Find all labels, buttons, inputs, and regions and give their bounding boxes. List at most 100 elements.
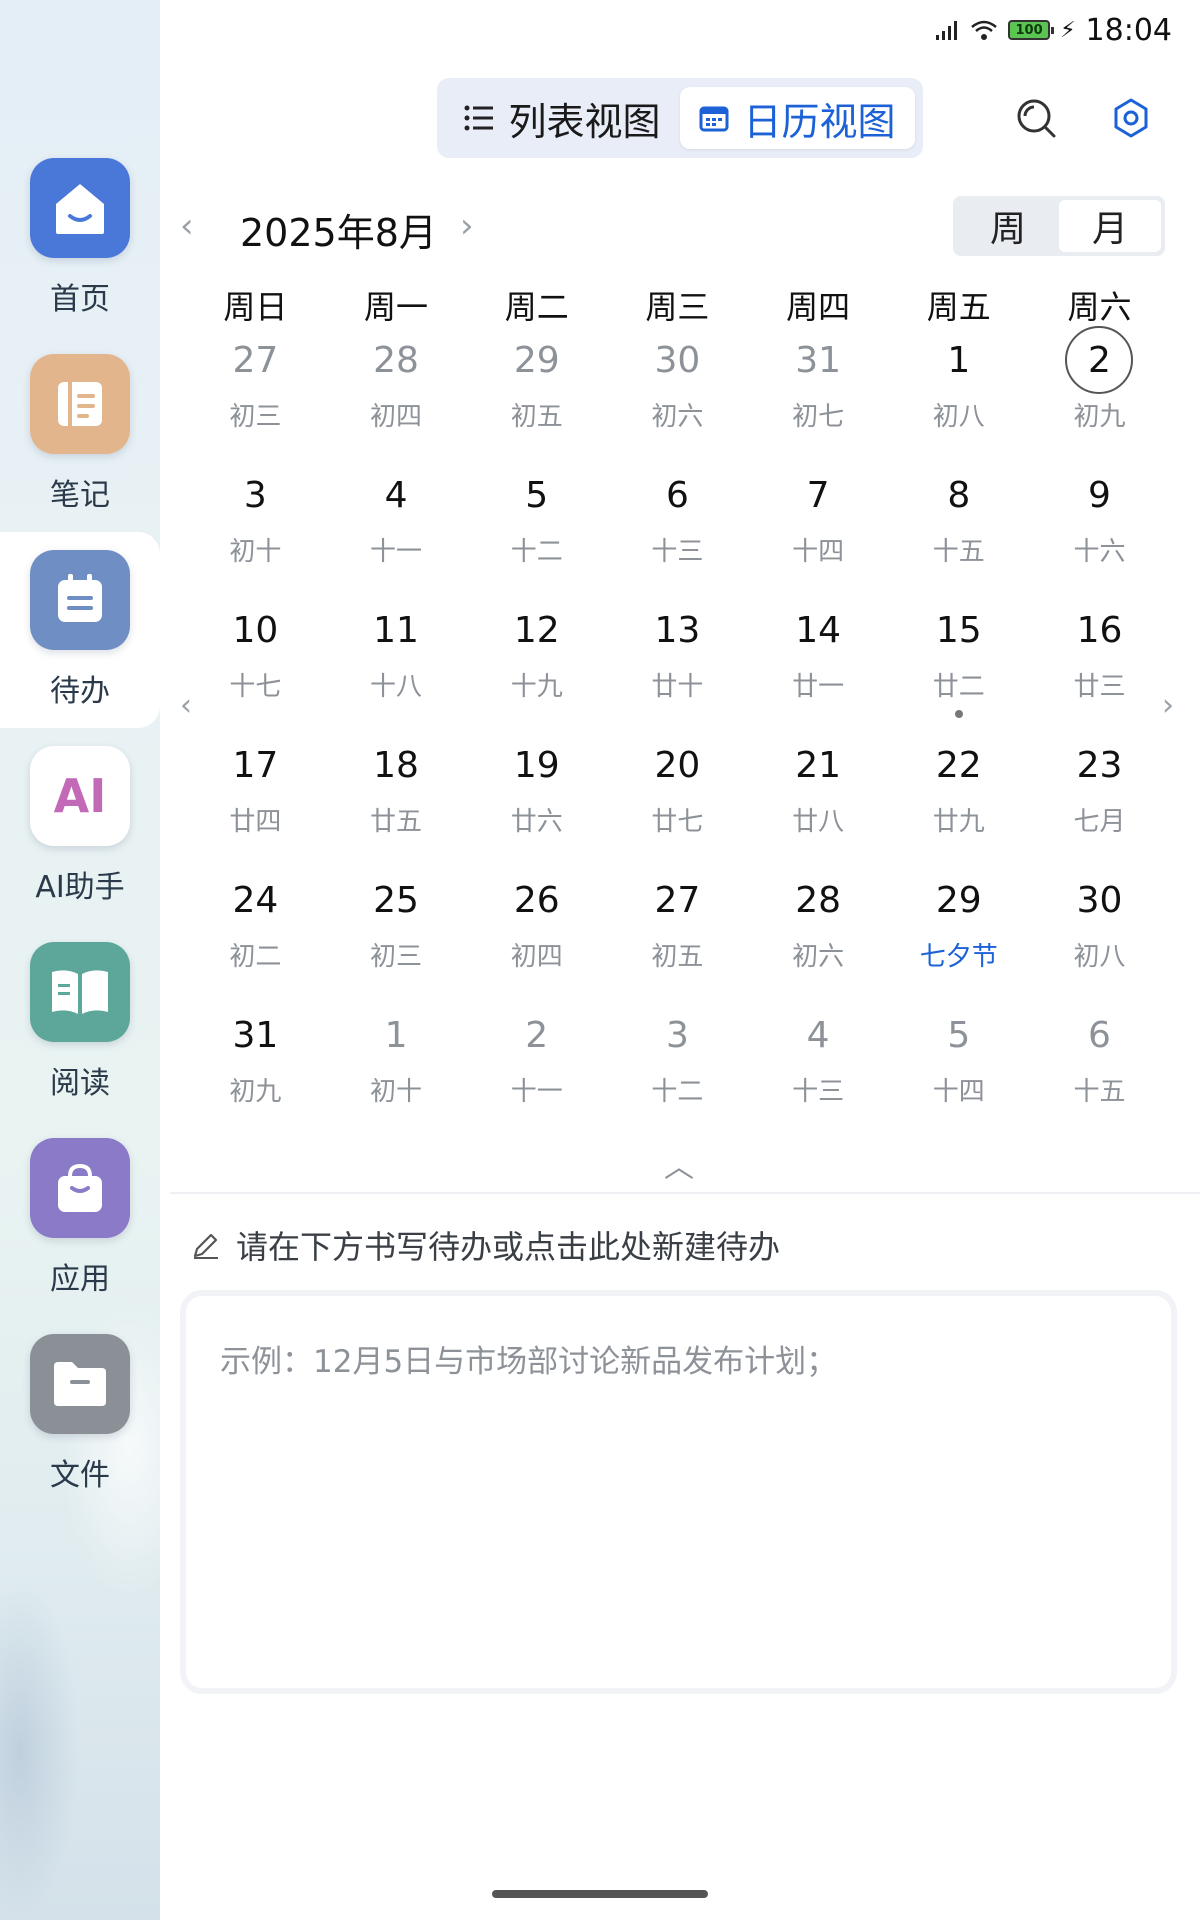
calendar-icon bbox=[699, 106, 729, 132]
calendar-day[interactable]: 11 十八 bbox=[326, 596, 467, 726]
calendar-day[interactable]: 20 廿七 bbox=[607, 731, 748, 861]
day-number: 30 bbox=[1076, 879, 1123, 921]
sidebar-item-label: 应用 bbox=[50, 1262, 110, 1297]
day-number: 15 bbox=[935, 609, 982, 651]
calendar-day[interactable]: 22 廿九 bbox=[888, 731, 1029, 861]
calendar-day[interactable]: 28 初四 bbox=[326, 326, 467, 456]
lunar-date: 初三 bbox=[370, 942, 423, 972]
day-number: 29 bbox=[935, 879, 982, 921]
todo-placeholder: 示例：12月5日与市场部讨论新品发布计划； bbox=[220, 1344, 838, 1380]
calendar-day[interactable]: 29 七夕节 bbox=[888, 866, 1029, 996]
day-number: 12 bbox=[513, 609, 560, 651]
calendar-view-button[interactable]: 日历视图 bbox=[680, 87, 915, 149]
settings-button[interactable] bbox=[1105, 92, 1157, 144]
calendar-day[interactable]: 3 十二 bbox=[607, 1001, 748, 1131]
calendar-day[interactable]: 30 初八 bbox=[1029, 866, 1170, 996]
battery-icon: 100 bbox=[1008, 20, 1055, 40]
calendar-day[interactable]: 6 十五 bbox=[1029, 1001, 1170, 1131]
calendar-day[interactable]: 4 十三 bbox=[748, 1001, 889, 1131]
sidebar-item-todo[interactable]: 待办 bbox=[0, 532, 160, 728]
charging-icon: ⚡ bbox=[1060, 17, 1076, 43]
calendar-day[interactable]: 5 十四 bbox=[888, 1001, 1029, 1131]
calendar-todo-icon bbox=[30, 550, 130, 650]
lunar-date: 初三 bbox=[229, 402, 282, 432]
calendar-day[interactable]: 31 初七 bbox=[748, 326, 889, 456]
calendar-day[interactable]: 3 初十 bbox=[185, 461, 326, 591]
lunar-date: 廿八 bbox=[792, 807, 845, 837]
calendar-day[interactable]: 27 初五 bbox=[607, 866, 748, 996]
lunar-date: 七月 bbox=[1073, 807, 1126, 837]
collapse-chevron-icon[interactable]: ︿ bbox=[664, 1142, 694, 1186]
calendar-day[interactable]: 25 初三 bbox=[326, 866, 467, 996]
month-mode-button[interactable]: 月 bbox=[1059, 200, 1161, 252]
lunar-date: 廿五 bbox=[370, 807, 423, 837]
sidebar-item-notes[interactable]: 笔记 bbox=[0, 336, 160, 532]
home-indicator[interactable] bbox=[492, 1890, 708, 1898]
calendar-day[interactable]: 1 初十 bbox=[326, 1001, 467, 1131]
calendar-day[interactable]: 9 十六 bbox=[1029, 461, 1170, 591]
calendar-day[interactable]: 2 十一 bbox=[466, 1001, 607, 1131]
lunar-date: 初八 bbox=[932, 402, 985, 432]
calendar-day[interactable]: 1 初八 bbox=[888, 326, 1029, 456]
lunar-date: 十六 bbox=[1073, 537, 1126, 567]
calendar-day[interactable]: 13 廿十 bbox=[607, 596, 748, 726]
sidebar-item-ai[interactable]: AI AI助手 bbox=[0, 728, 160, 924]
wifi-icon bbox=[971, 20, 997, 40]
day-number: 6 bbox=[1088, 1014, 1111, 1056]
calendar-day[interactable]: 30 初六 bbox=[607, 326, 748, 456]
calendar-day[interactable]: 31 初九 bbox=[185, 1001, 326, 1131]
week-mode-button[interactable]: 周 bbox=[957, 200, 1059, 252]
calendar-day[interactable]: 29 初五 bbox=[466, 326, 607, 456]
calendar-day[interactable]: 15 廿二 bbox=[888, 596, 1029, 726]
list-view-button[interactable]: 列表视图 bbox=[445, 87, 680, 149]
calendar-day-today[interactable]: 2 初九 bbox=[1029, 326, 1170, 456]
next-month-button[interactable]: › bbox=[460, 206, 474, 246]
day-number: 28 bbox=[795, 879, 841, 921]
lunar-date: 廿一 bbox=[792, 672, 845, 702]
week-row: 10 十七 11 十八 12 十九 13 廿十 14 廿一 15 廿二 16 廿三 bbox=[185, 596, 1170, 726]
day-number: 19 bbox=[513, 744, 560, 786]
calendar-day[interactable]: 24 初二 bbox=[185, 866, 326, 996]
prev-month-button[interactable]: ‹ bbox=[180, 206, 194, 246]
calendar-day[interactable]: 26 初四 bbox=[466, 866, 607, 996]
sidebar-item-reading[interactable]: 阅读 bbox=[0, 924, 160, 1120]
calendar-day[interactable]: 4 十一 bbox=[326, 461, 467, 591]
calendar-day[interactable]: 27 初三 bbox=[185, 326, 326, 456]
calendar-day[interactable]: 23 七月 bbox=[1029, 731, 1170, 861]
day-number: 5 bbox=[947, 1014, 971, 1056]
lunar-date: 十五 bbox=[1073, 1077, 1126, 1107]
calendar-day[interactable]: 5 十二 bbox=[466, 461, 607, 591]
sidebar-item-files[interactable]: 文件 bbox=[0, 1316, 160, 1512]
home-icon bbox=[30, 158, 130, 258]
calendar-day[interactable]: 8 十五 bbox=[888, 461, 1029, 591]
todo-writing-area[interactable]: 示例：12月5日与市场部讨论新品发布计划； bbox=[186, 1296, 1171, 1688]
calendar-day[interactable]: 19 廿六 bbox=[466, 731, 607, 861]
calendar-day[interactable]: 7 十四 bbox=[748, 461, 889, 591]
lunar-date: 十三 bbox=[792, 1077, 845, 1107]
lunar-date: 十五 bbox=[932, 537, 985, 567]
lunar-date: 初十 bbox=[370, 1077, 423, 1107]
lunar-date: 十二 bbox=[651, 1077, 704, 1107]
sidebar-item-label: 阅读 bbox=[50, 1066, 110, 1101]
calendar-day[interactable]: 17 廿四 bbox=[185, 731, 326, 861]
sidebar-item-home[interactable]: 首页 bbox=[0, 140, 160, 336]
calendar-day[interactable]: 18 廿五 bbox=[326, 731, 467, 861]
prev-page-arrow[interactable]: ‹ bbox=[180, 688, 192, 723]
calendar-day[interactable]: 10 十七 bbox=[185, 596, 326, 726]
sidebar-item-apps[interactable]: 应用 bbox=[0, 1120, 160, 1316]
calendar-day[interactable]: 21 廿八 bbox=[748, 731, 889, 861]
week-row: 3 初十 4 十一 5 十二 6 十三 7 十四 8 十五 9 十六 bbox=[185, 461, 1170, 591]
calendar-day[interactable]: 6 十三 bbox=[607, 461, 748, 591]
calendar-day[interactable]: 16 廿三 bbox=[1029, 596, 1170, 726]
next-page-arrow[interactable]: › bbox=[1162, 688, 1174, 723]
new-todo-hint[interactable]: 请在下方书写待办或点击此处新建待办 bbox=[190, 1222, 780, 1268]
calendar-day[interactable]: 14 廿一 bbox=[748, 596, 889, 726]
calendar-day[interactable]: 12 十九 bbox=[466, 596, 607, 726]
status-bar: 100 ⚡ 18:04 bbox=[934, 8, 1172, 52]
day-number: 4 bbox=[384, 474, 408, 516]
day-number: 27 bbox=[654, 879, 701, 921]
event-dot bbox=[954, 710, 963, 718]
calendar-day[interactable]: 28 初六 bbox=[748, 866, 889, 996]
week-row: 27 初三 28 初四 29 初五 30 初六 31 初七 1 初八 2 初九 bbox=[185, 326, 1170, 456]
search-button[interactable] bbox=[1010, 92, 1062, 144]
